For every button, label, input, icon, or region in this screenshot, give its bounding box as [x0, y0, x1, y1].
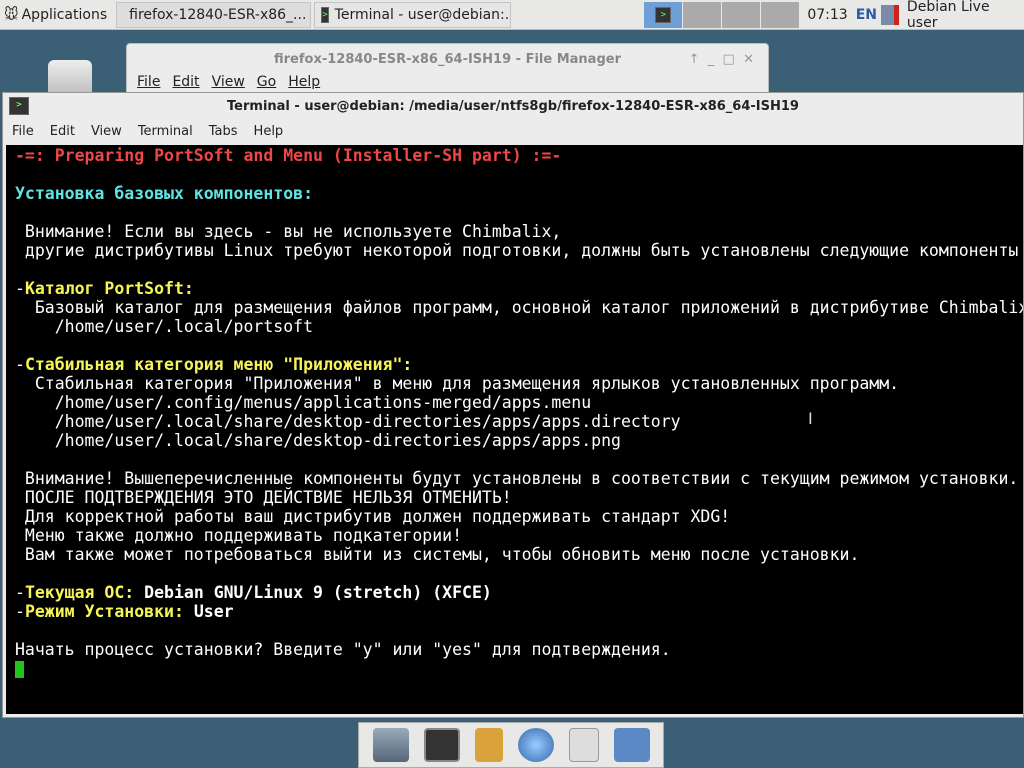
menu-view[interactable]: View — [212, 74, 245, 90]
output-line: /home/user/.local/portsoft — [15, 317, 314, 336]
show-desktop-icon[interactable] — [372, 728, 409, 762]
output-line: Стабильная категория "Приложения" в меню… — [15, 374, 900, 393]
output-text: Текущая ОС: — [24, 583, 135, 602]
output-line: ПОСЛЕ ПОДТВЕРЖДЕНИЯ ЭТО ДЕЙСТВИЕ НЕЛЬЗЯ … — [15, 488, 512, 507]
bottom-dock — [358, 722, 664, 768]
task-file-manager[interactable]: firefox-12840-ESR-x86_... — [116, 1, 312, 28]
drive-desktop-icon[interactable] — [48, 60, 92, 96]
clock[interactable]: 07:13 — [807, 7, 847, 23]
menu-view[interactable]: View — [91, 124, 122, 139]
output-line: Внимание! Если вы здесь - вы не использу… — [15, 222, 562, 241]
menu-edit[interactable]: Edit — [172, 74, 199, 90]
menu-tabs[interactable]: Tabs — [209, 124, 238, 139]
output-line: /home/user/.local/share/desktop-director… — [15, 431, 621, 450]
workspace-2[interactable] — [683, 1, 722, 28]
window-title: Terminal - user@debian: /media/user/ntfs… — [227, 98, 799, 114]
output-line: -=: Preparing PortSoft and Menu (Install… — [15, 146, 562, 165]
menu-help[interactable]: Help — [254, 124, 284, 139]
menu-help[interactable]: Help — [288, 74, 320, 90]
search-icon[interactable] — [568, 728, 599, 762]
output-line: Вам также может потребоваться выйти из с… — [15, 545, 860, 564]
applications-menu[interactable]: 🐭 Applications — [0, 0, 113, 30]
workspace-switcher[interactable]: > — [643, 1, 800, 28]
output-line: /home/user/.config/menus/applications-me… — [15, 393, 592, 412]
menu-file[interactable]: File — [12, 124, 34, 139]
output-text: Каталог PortSoft: — [24, 279, 194, 298]
output-line: /home/user/.local/share/desktop-director… — [15, 412, 681, 431]
output-line: другие дистрибутивы Linux требуют некото… — [15, 241, 1019, 260]
top-panel: 🐭 Applications firefox-12840-ESR-x86_... … — [0, 0, 1024, 31]
output-text: - — [15, 583, 25, 602]
terminal-icon: > — [655, 6, 672, 23]
terminal-icon: > — [9, 97, 29, 115]
network-disconnected-icon[interactable] — [880, 4, 899, 25]
menu-file[interactable]: File — [137, 74, 160, 90]
output-text: Debian GNU/Linux 9 (stretch) (XFCE) — [134, 583, 492, 602]
menu-edit[interactable]: Edit — [50, 124, 75, 139]
output-text: Режим Установки: — [24, 602, 184, 621]
terminal-output[interactable]: -=: Preparing PortSoft and Menu (Install… — [6, 145, 1023, 714]
output-text: Стабильная категория меню "Приложения": — [24, 355, 413, 374]
output-line: Начать процесс установки? Введите "y" ил… — [15, 640, 671, 659]
workspace-4[interactable] — [761, 1, 800, 28]
terminal-icon: > — [321, 6, 329, 23]
output-line: Меню также должно поддерживать подкатего… — [15, 526, 463, 545]
workspace-3[interactable] — [722, 1, 761, 28]
output-text: - — [15, 355, 25, 374]
keyboard-layout[interactable]: EN — [856, 7, 877, 23]
workspace-1[interactable]: > — [644, 1, 683, 28]
menu-terminal[interactable]: Terminal — [138, 124, 193, 139]
menu-go[interactable]: Go — [257, 74, 276, 90]
output-text: User — [183, 602, 234, 621]
task-terminal[interactable]: > Terminal - user@debian:... — [314, 1, 512, 28]
output-text: - — [15, 279, 25, 298]
output-line: Внимание! Вышеперечисленные компоненты б… — [15, 469, 1019, 488]
output-line: Для корректной работы ваш дистрибутив до… — [15, 507, 731, 526]
terminal-window: > Terminal - user@debian: /media/user/ntf… — [2, 92, 1024, 718]
output-text: - — [15, 602, 25, 621]
user-menu[interactable]: Debian Live user — [907, 0, 1024, 31]
terminal-cursor — [15, 661, 24, 678]
text-cursor-icon: I — [808, 409, 813, 428]
window-controls[interactable]: ↑ _ □ ✕ — [689, 52, 754, 67]
xfce-mouse-icon: 🐭 — [4, 6, 19, 23]
file-cabinet-icon[interactable] — [474, 728, 503, 762]
output-line: Установка базовых компонентов: — [15, 184, 314, 203]
output-line: Базовый каталог для размещения файлов пр… — [15, 298, 1023, 317]
terminal-launcher-icon[interactable] — [423, 728, 460, 762]
folder-icon[interactable] — [613, 728, 650, 762]
web-browser-icon[interactable] — [517, 728, 554, 762]
window-title: firefox-12840-ESR-x86_64-ISH19 - File Ma… — [274, 51, 621, 67]
